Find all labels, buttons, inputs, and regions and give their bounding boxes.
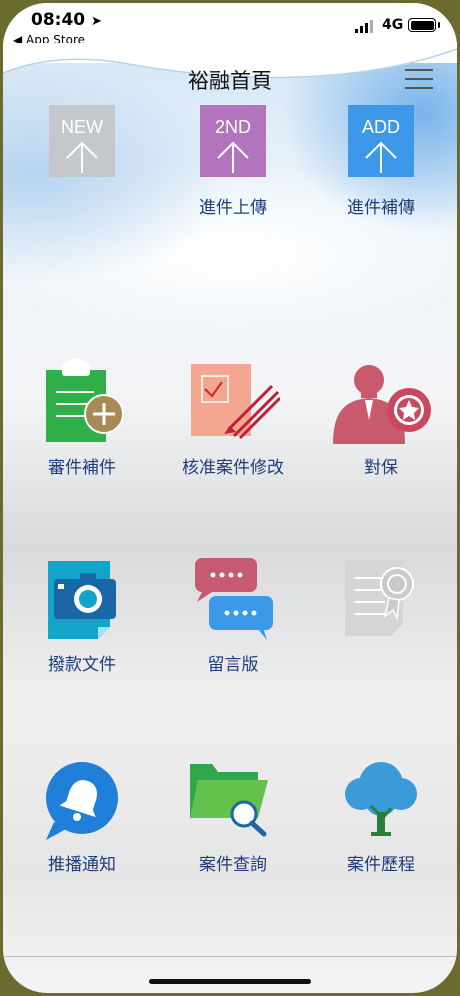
tile-upload-new[interactable]: NEW xyxy=(22,103,142,223)
certificate-icon xyxy=(345,560,414,636)
clipboard-add-icon xyxy=(46,358,124,442)
page-title: 裕融首頁 xyxy=(188,69,272,93)
battery-icon xyxy=(408,18,440,32)
folder-search-icon xyxy=(190,764,268,837)
tile-upload-add[interactable]: ADD 進件補傳 xyxy=(321,103,441,223)
upload-2nd-icon: 2ND xyxy=(200,105,266,177)
tile-label: 審件補件 xyxy=(48,458,116,478)
svg-text:ADD: ADD xyxy=(362,117,400,137)
edit-document-icon xyxy=(191,364,280,440)
svg-text:NEW: NEW xyxy=(61,117,103,137)
hamburger-menu-icon[interactable] xyxy=(405,67,433,91)
home-indicator[interactable] xyxy=(149,979,311,984)
tile-certificate[interactable] xyxy=(321,558,441,678)
upload-add-icon: ADD xyxy=(348,105,414,177)
tile-label: 留言版 xyxy=(207,655,259,675)
person-badge-icon xyxy=(333,365,431,444)
camera-document-icon xyxy=(48,561,116,639)
upload-new-icon: NEW xyxy=(49,105,115,177)
tile-review-supplement[interactable]: 審件補件 xyxy=(22,358,142,478)
tile-label: 對保 xyxy=(364,458,398,478)
tile-upload-2nd[interactable]: 2ND 進件上傳 xyxy=(173,103,293,223)
tile-case-search[interactable]: 案件查詢 xyxy=(173,758,293,878)
svg-text:2ND: 2ND xyxy=(215,117,251,137)
tree-icon xyxy=(345,762,417,836)
tile-approved-case-edit[interactable]: 核准案件修改 xyxy=(173,358,293,478)
status-time: 08:40 ➤ xyxy=(31,10,102,30)
tab-bar-divider xyxy=(3,956,457,957)
tile-guarantee[interactable]: 對保 xyxy=(321,358,441,478)
tile-case-history[interactable]: 案件歷程 xyxy=(321,758,441,878)
tile-push-notification[interactable]: 推播通知 xyxy=(22,758,142,878)
tile-label: 案件查詢 xyxy=(199,855,267,875)
bell-icon xyxy=(46,762,118,840)
tile-label: 撥款文件 xyxy=(48,655,116,675)
chat-bubbles-icon xyxy=(195,558,273,640)
tile-label: 進件上傳 xyxy=(199,198,267,218)
tile-label: 進件補傳 xyxy=(347,198,415,218)
tile-label: 推播通知 xyxy=(48,855,116,875)
tile-label: 核准案件修改 xyxy=(182,458,284,478)
tile-message-board[interactable]: 留言版 xyxy=(173,558,293,678)
tile-label: 案件歷程 xyxy=(347,855,415,875)
tile-disbursement-docs[interactable]: 撥款文件 xyxy=(22,558,142,678)
phone-screen: 08:40 ➤ ◀ App Store 4G 裕融首頁 NEW 2ND 進件上傳… xyxy=(3,3,457,993)
signal-icon xyxy=(355,20,373,33)
network-label: 4G xyxy=(382,17,404,33)
